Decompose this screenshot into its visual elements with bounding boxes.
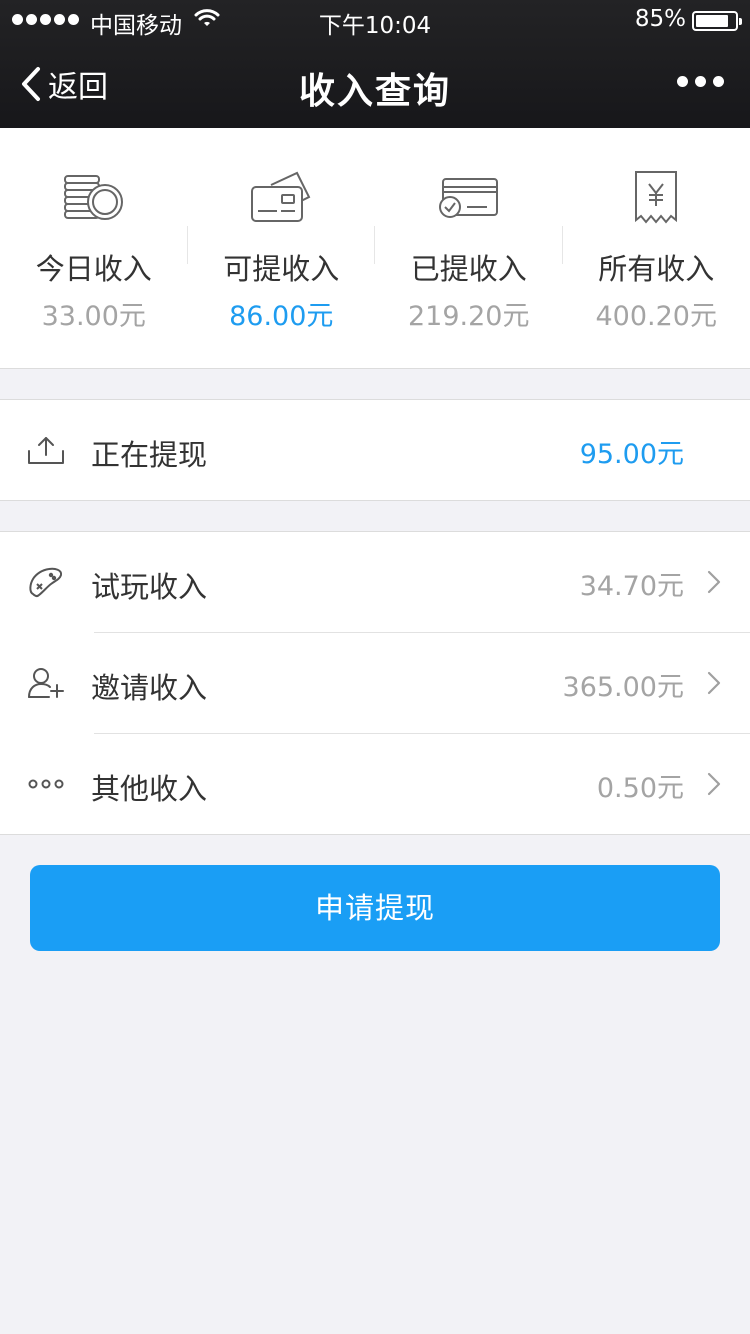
coins-icon bbox=[0, 168, 188, 228]
gamepad-icon bbox=[26, 564, 66, 600]
cards-icon bbox=[188, 168, 376, 228]
more-dots-icon bbox=[26, 766, 66, 802]
row-label: 邀请收入 bbox=[91, 671, 208, 705]
income-row-invite[interactable]: 邀请收入 365.00元 bbox=[0, 633, 750, 733]
more-options-button[interactable] bbox=[677, 76, 724, 87]
apply-withdraw-button[interactable]: 申请提现 bbox=[30, 865, 720, 951]
summary-value: 86.00元 bbox=[229, 301, 334, 332]
chevron-right-icon bbox=[707, 671, 721, 695]
chevron-right-icon bbox=[707, 772, 721, 796]
income-summary: 今日收入 33.00元 可提收入 86.00元 已提收入 219.20元 所有收… bbox=[0, 128, 750, 369]
row-value: 365.00元 bbox=[562, 672, 684, 703]
summary-value: 400.20元 bbox=[595, 301, 717, 332]
income-breakdown-list: 试玩收入 34.70元 邀请收入 365.00元 其他收入 0.50元 bbox=[0, 531, 750, 835]
chevron-right-icon bbox=[707, 570, 721, 594]
status-bar: 中国移动 下午10:04 85% bbox=[0, 0, 750, 40]
battery-icon bbox=[692, 11, 742, 31]
battery-percent: 85% bbox=[634, 6, 686, 32]
summary-label: 所有收入 bbox=[598, 252, 715, 286]
row-label: 正在提现 bbox=[91, 438, 208, 472]
receipt-yen-icon bbox=[563, 168, 750, 228]
summary-label: 已提收入 bbox=[410, 252, 527, 286]
add-user-icon bbox=[26, 665, 66, 701]
summary-all[interactable]: 所有收入 400.20元 bbox=[563, 128, 750, 369]
summary-withdrawable[interactable]: 可提收入 86.00元 bbox=[188, 128, 376, 369]
card-check-icon bbox=[375, 168, 563, 228]
row-value: 95.00元 bbox=[579, 439, 684, 470]
summary-today[interactable]: 今日收入 33.00元 bbox=[0, 128, 188, 369]
row-value: 34.70元 bbox=[579, 571, 684, 602]
withdrawing-row[interactable]: 正在提现 95.00元 bbox=[0, 400, 750, 500]
row-label: 试玩收入 bbox=[91, 570, 208, 604]
summary-value: 219.20元 bbox=[408, 301, 530, 332]
upload-icon bbox=[26, 432, 66, 468]
income-row-other[interactable]: 其他收入 0.50元 bbox=[0, 734, 750, 834]
summary-label: 可提收入 bbox=[223, 252, 340, 286]
summary-value: 33.00元 bbox=[41, 301, 146, 332]
top-bar: 中国移动 下午10:04 85% 返回 收入查询 bbox=[0, 0, 750, 128]
row-label: 其他收入 bbox=[91, 772, 208, 806]
income-row-trial[interactable]: 试玩收入 34.70元 bbox=[0, 532, 750, 632]
page-title: 收入查询 bbox=[298, 71, 451, 112]
summary-withdrawn[interactable]: 已提收入 219.20元 bbox=[375, 128, 563, 369]
withdrawing-group: 正在提现 95.00元 bbox=[0, 399, 750, 501]
row-value: 0.50元 bbox=[596, 773, 684, 804]
summary-label: 今日收入 bbox=[35, 252, 152, 286]
